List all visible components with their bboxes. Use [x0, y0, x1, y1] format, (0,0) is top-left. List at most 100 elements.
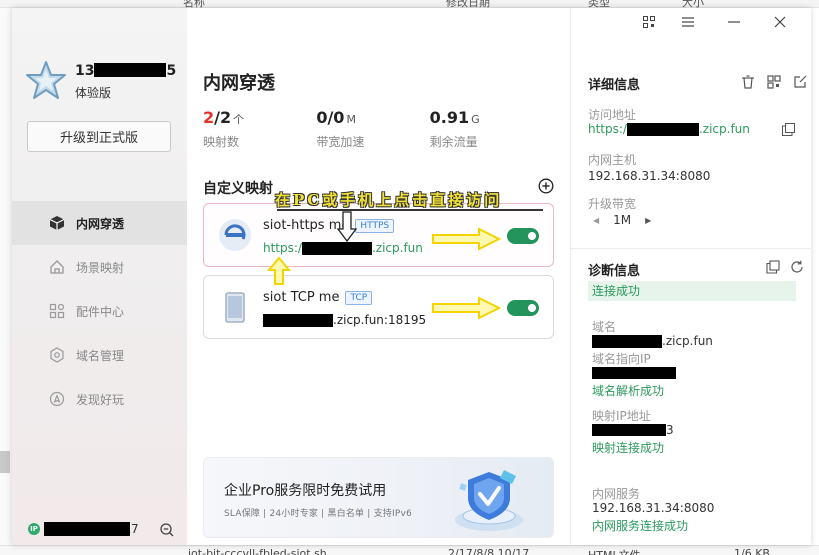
page-title: 内网穿透 — [203, 73, 275, 94]
redacted-block — [592, 424, 666, 436]
bandwidth-stepper: ◀ 1M ▶ — [593, 213, 651, 227]
public-ip: 7 — [44, 522, 139, 536]
right-arrow-annotation-icon — [432, 296, 501, 320]
edit-icon[interactable] — [792, 74, 808, 90]
sidebar-item-domain[interactable]: 域名管理 — [12, 333, 187, 377]
bg-file-name: iot-bit-cccvll-fbled-siot.sh — [188, 547, 327, 555]
promo-subtitle: SLA保障 | 24小时专家 | 黑白名单 | 支持IPv6 — [224, 509, 412, 519]
qr-window-button[interactable] — [635, 11, 663, 33]
browser-icon — [219, 219, 251, 251]
detail-toolbar — [730, 74, 808, 90]
sidebar-item-label: 发现好玩 — [76, 392, 125, 407]
add-mapping-icon[interactable] — [538, 178, 554, 194]
bg-file-date: 2/17/8/8 10/17 — [448, 547, 530, 555]
dns-value — [592, 367, 676, 379]
upgrade-button[interactable]: 升级到正式版 — [27, 121, 171, 152]
close-button[interactable] — [757, 11, 803, 33]
protocol-tag: HTTPS — [355, 218, 395, 233]
diagnosis-title: 诊断信息 — [588, 264, 641, 279]
host-label: 内网主机 — [588, 153, 637, 167]
close-icon — [774, 16, 786, 28]
mapping-toggle[interactable] — [507, 300, 539, 316]
service-status: 内网服务连接成功 — [592, 519, 689, 533]
bandwidth-value: 1M — [613, 213, 632, 227]
mapping-toggle[interactable] — [507, 228, 539, 244]
diagnosis-status: 连接成功 — [588, 281, 796, 301]
user-name: 13 5 — [75, 63, 177, 79]
divider — [571, 248, 811, 249]
diagnosis-toolbar — [756, 260, 804, 274]
mapping-name: siot-https me HTTPS — [263, 218, 395, 233]
promo-banner[interactable]: 企业Pro服务限时免费试用 SLA保障 | 24小时专家 | 黑白名单 | 支持… — [203, 457, 554, 538]
decrease-icon[interactable]: ◀ — [593, 216, 599, 225]
stat-mapping-count: 2/2 个 映射数 — [203, 108, 245, 149]
minimize-button[interactable] — [711, 11, 757, 33]
dns-status: 域名解析成功 — [592, 384, 665, 398]
redacted-block — [263, 313, 333, 327]
sidebar-item-accessories[interactable]: 配件中心 — [12, 289, 187, 333]
shield-illustration-icon — [455, 470, 523, 531]
map-ip-label: 映射IP地址 — [592, 409, 651, 423]
service-value: 192.168.31.34:8080 — [592, 501, 715, 515]
qr-code-icon[interactable] — [766, 74, 782, 90]
copy-icon[interactable] — [782, 123, 795, 136]
star-avatar-icon — [26, 61, 66, 99]
stat-traffic: 0.91 G 剩余流量 — [429, 108, 480, 149]
increase-icon[interactable]: ▶ — [645, 216, 651, 225]
mapping-name: siot TCP me TCP — [263, 290, 373, 305]
redacted-block — [94, 63, 167, 77]
promo-title: 企业Pro服务限时免费试用 — [224, 483, 387, 499]
sidebar-item-label: 配件中心 — [76, 304, 125, 319]
home-icon — [48, 258, 66, 276]
main-panel: 内网穿透 2/2 个 映射数 0/0 M 带宽加速 0.91 G 剩余流量 自定义映射 — [187, 8, 571, 545]
access-address-link[interactable]: https:/.zicp.fun — [588, 122, 750, 136]
zoom-out-icon[interactable] — [159, 522, 175, 538]
annotation-underline — [277, 209, 543, 211]
bg-file-type: HTML文件 — [588, 547, 641, 555]
redacted-block — [301, 241, 372, 255]
sidebar-item-discover[interactable]: 发现好玩 — [12, 377, 187, 421]
dns-label: 域名指向IP — [592, 352, 651, 366]
domain-value: .zicp.fun — [592, 334, 713, 348]
background-window-marker — [0, 451, 10, 473]
menu-icon — [682, 17, 694, 27]
redacted-block — [626, 122, 699, 136]
annotation-text: 在PC或手机上点击直接访问 — [275, 191, 503, 209]
background-file-row: iot-bit-cccvll-fbled-siot.sh 2/17/8/8 10… — [0, 545, 819, 555]
bandwidth-label: 升级带宽 — [588, 197, 637, 211]
access-address-label: 访问地址 — [588, 108, 637, 122]
trash-icon[interactable] — [740, 74, 756, 90]
menu-button[interactable] — [665, 11, 711, 33]
user-plan: 体验版 — [75, 86, 112, 100]
ip-status: IP 7 — [28, 522, 139, 536]
up-arrow-annotation-icon — [267, 257, 291, 285]
redacted-block — [44, 522, 130, 536]
compass-icon — [48, 390, 66, 408]
mapping-card-tcp[interactable]: siot TCP me TCP .zicp.fun:18195 — [203, 275, 554, 339]
domain-label: 域名 — [592, 320, 617, 334]
map-ip-status: 映射连接成功 — [592, 441, 665, 455]
host-value: 192.168.31.34:8080 — [588, 169, 711, 183]
mapping-address[interactable]: .zicp.fun:18195 — [263, 313, 426, 327]
sidebar-item-intranet[interactable]: 内网穿透 — [12, 201, 187, 245]
sidebar-item-label: 内网穿透 — [76, 216, 125, 231]
map-ip-value: 3 — [592, 423, 674, 437]
mapping-address-link[interactable]: https:/.zicp.fun — [263, 241, 423, 255]
copy-icon[interactable] — [766, 260, 780, 274]
sidebar-item-label: 域名管理 — [76, 348, 125, 363]
window-controls — [635, 11, 803, 33]
stat-bandwidth: 0/0 M 带宽加速 — [316, 108, 365, 149]
refresh-icon[interactable] — [790, 260, 804, 274]
redacted-block — [592, 367, 676, 379]
sidebar-nav: 内网穿透 场景映射 配件中心 域名管理 发现好玩 — [12, 201, 187, 421]
sidebar-item-label: 场景映射 — [76, 260, 125, 275]
down-arrow-annotation-icon — [336, 211, 358, 243]
minimize-icon — [728, 21, 740, 23]
mapping-card-https[interactable]: siot-https me HTTPS https:/.zicp.fun — [203, 203, 554, 267]
section-title: 自定义映射 — [203, 181, 273, 197]
qr-code-icon — [643, 16, 655, 28]
device-icon — [225, 292, 245, 323]
detail-panel: 详细信息 访问地址 https:/.zicp.fun 内网主机 192.168.… — [571, 8, 811, 545]
sidebar-item-scene[interactable]: 场景映射 — [12, 245, 187, 289]
ip-badge: IP — [28, 523, 40, 535]
